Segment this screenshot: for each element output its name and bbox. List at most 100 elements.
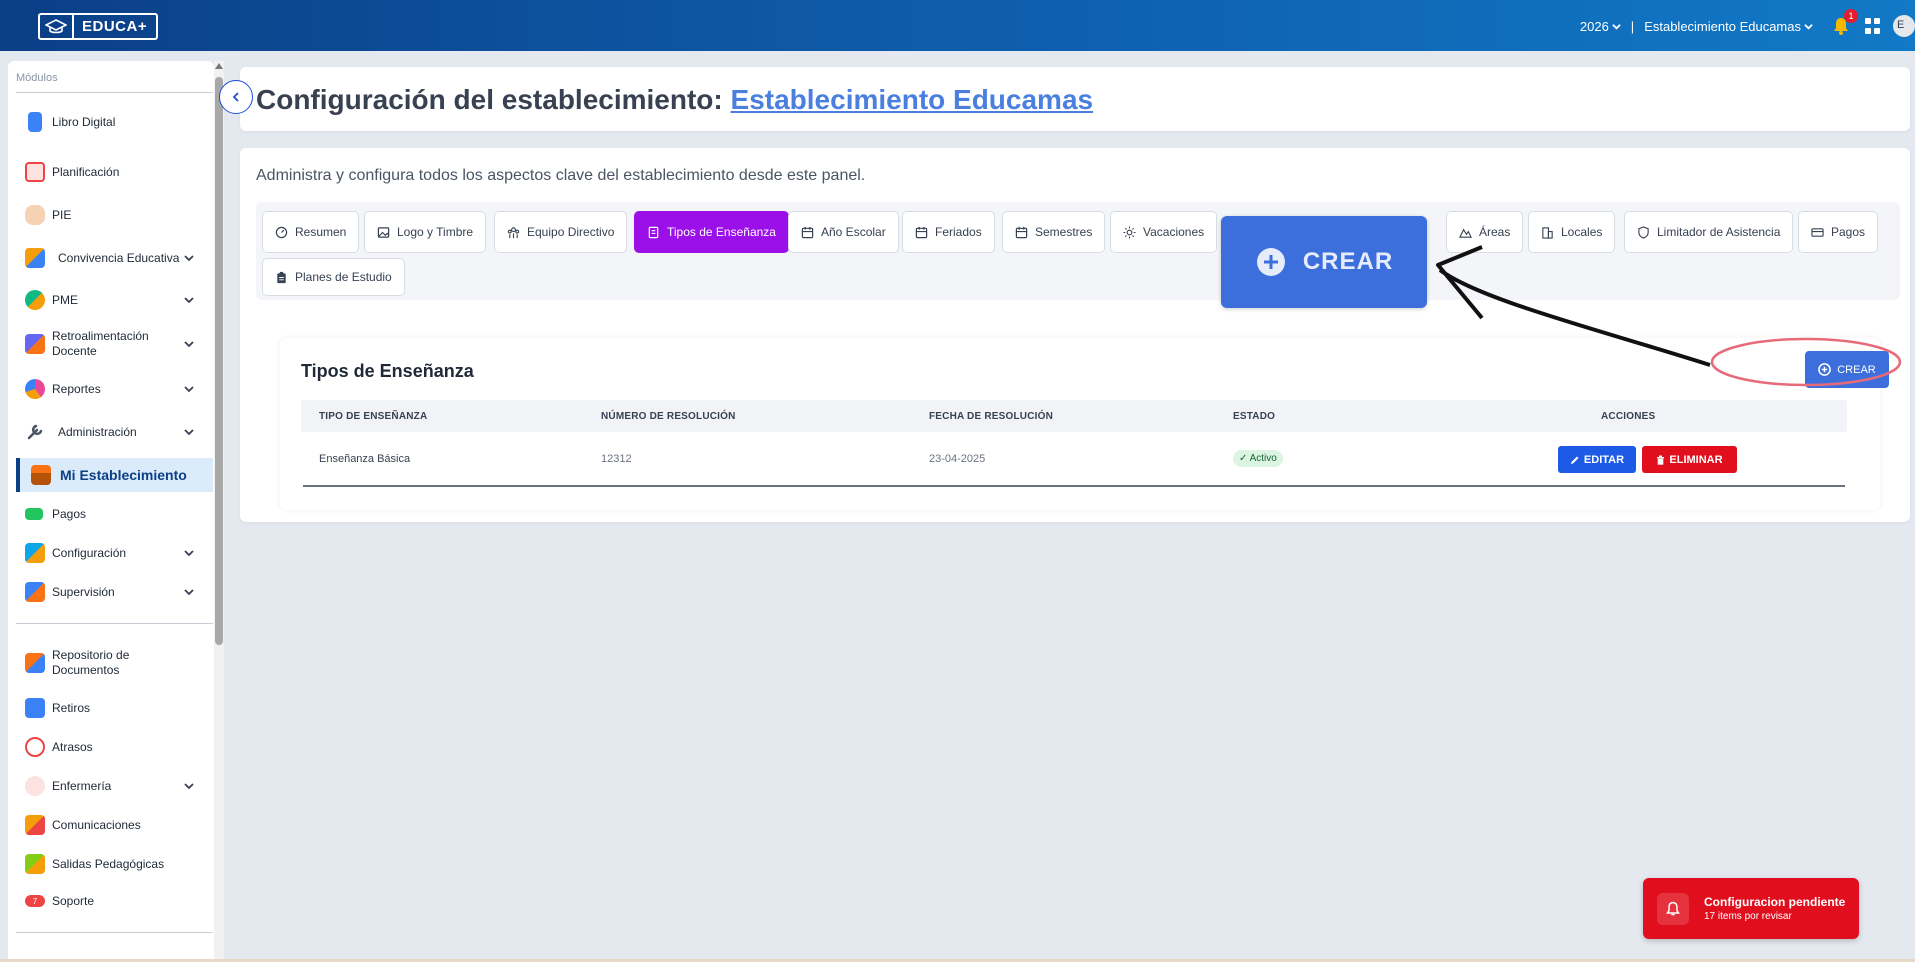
tab-locales[interactable]: Locales (1528, 211, 1616, 253)
column-header: FECHA DE RESOLUCIÓN (929, 411, 1053, 422)
sidebar-item-atrasos[interactable]: Atrasos (8, 730, 214, 764)
tab-label: Semestres (1035, 225, 1093, 239)
graduation-cap-icon (40, 15, 74, 38)
support-icon: 7 (25, 895, 45, 907)
column-header: TIPO DE ENSEÑANZA (319, 411, 428, 422)
tab-label: Tipos de Enseñanza (667, 225, 776, 239)
divider (16, 932, 213, 933)
logo-text: EDUCA+ (82, 18, 148, 35)
tab-resumen[interactable]: Resumen (262, 211, 360, 253)
delete-button[interactable]: ELIMINAR (1642, 446, 1737, 473)
page-title-prefix: Configuración del establecimiento: (256, 84, 731, 115)
calendar-icon (25, 162, 45, 182)
tab-label: Feriados (935, 225, 982, 239)
sidebar-item-salidas[interactable]: Salidas Pedagógicas (8, 847, 214, 881)
chevron-down-icon (184, 783, 194, 790)
create-button-label: CREAR (1837, 363, 1876, 376)
create-button-callout-label: CREAR (1302, 248, 1394, 275)
box-icon (25, 653, 45, 673)
avatar[interactable]: E (1893, 15, 1915, 37)
collapse-sidebar-button[interactable] (219, 80, 253, 114)
delete-button-label: ELIMINAR (1669, 453, 1723, 466)
sidebar-item-reportes[interactable]: Reportes (8, 372, 214, 406)
sidebar-scrollbar[interactable] (214, 61, 224, 960)
sidebar-item-pme[interactable]: PME (8, 283, 214, 317)
establishment-selector[interactable]: Establecimiento Educamas (1644, 19, 1813, 34)
tab-pagos[interactable]: Pagos (1798, 211, 1879, 253)
cell-fecha: 23-04-2025 (929, 453, 986, 465)
scrollbar-thumb[interactable] (215, 77, 223, 645)
mountain-icon (1459, 228, 1472, 238)
clipboard-icon (277, 271, 286, 283)
supervision-icon (25, 582, 45, 602)
sidebar-item-label: Repositorio de Documentos (52, 648, 130, 677)
building-icon (1542, 226, 1553, 239)
sidebar-item-enfermeria[interactable]: Enfermería (8, 769, 214, 803)
tab-ano-escolar[interactable]: Año Escolar (788, 211, 899, 253)
tab-label: Logo y Timbre (397, 225, 474, 239)
nurse-icon (25, 776, 45, 796)
sidebar-item-label: Configuración (52, 545, 127, 560)
config-panel: Administra y configura todos los aspecto… (240, 148, 1910, 522)
sidebar-item-libro-digital[interactable]: Libro Digital (8, 105, 214, 139)
year-selector[interactable]: 2026 (1580, 19, 1621, 34)
chevron-down-icon (1804, 23, 1813, 30)
tab-tipos-ensenanza[interactable]: Tipos de Enseñanza (634, 211, 789, 253)
tools-icon (25, 543, 45, 563)
edit-button[interactable]: EDITAR (1558, 446, 1636, 473)
sidebar-item-configuracion[interactable]: Configuración (8, 536, 214, 570)
sidebar-item-label: Retroalimentación Docente (52, 329, 149, 358)
sidebar-item-supervision[interactable]: Supervisión (8, 575, 214, 609)
sidebar-item-retroalimentacion[interactable]: Retroalimentación Docente (8, 327, 214, 361)
sidebar-item-label: PIE (52, 207, 72, 222)
chevron-down-icon (184, 255, 194, 262)
status-badge: ✓ Activo (1233, 450, 1283, 467)
scroll-up-icon[interactable] (215, 63, 223, 69)
sidebar-item-administracion[interactable]: Administración (8, 415, 214, 449)
sidebar-item-label: Comunicaciones (52, 817, 141, 832)
notifications-button[interactable]: 1 (1831, 9, 1858, 36)
calendar-icon (801, 226, 814, 238)
apps-grid-icon[interactable] (1865, 18, 1881, 34)
section-title: Tipos de Enseñanza (301, 361, 474, 381)
sidebar-item-planificacion[interactable]: Planificación (8, 155, 214, 189)
tab-label: Resumen (295, 225, 347, 239)
plus-circle-icon (1256, 248, 1285, 276)
sidebar-item-convivencia[interactable]: Convivencia Educativa (8, 241, 214, 275)
create-button[interactable]: CREAR (1805, 351, 1889, 388)
tab-areas[interactable]: Áreas (1446, 211, 1524, 253)
sidebar-item-label: PME (52, 292, 79, 307)
sidebar-item-pie[interactable]: PIE (8, 198, 214, 232)
sidebar-item-label: Soporte (52, 893, 95, 908)
tipos-ensenanza-card: Tipos de Enseñanza CREAR TIPO DE ENSEÑAN… (280, 338, 1889, 510)
tab-equipo-directivo[interactable]: Equipo Directivo (494, 211, 628, 253)
establishment-link[interactable]: Establecimiento Educamas (731, 84, 1094, 115)
tab-limitador-asistencia[interactable]: Limitador de Asistencia (1624, 211, 1794, 253)
tab-semestres[interactable]: Semestres (1002, 211, 1106, 253)
sidebar-item-pagos[interactable]: Pagos (8, 497, 214, 531)
pie-chart-icon (25, 379, 45, 399)
tab-planes-estudio[interactable]: Planes de Estudio (262, 258, 405, 296)
sidebar-item-label: Atrasos (52, 739, 93, 754)
sidebar-item-label: Supervisión (52, 584, 115, 599)
sidebar-item-mi-establecimiento[interactable]: Mi Establecimiento (16, 458, 213, 492)
book-icon (28, 112, 42, 132)
create-button-callout[interactable]: CREAR (1221, 216, 1427, 308)
book-icon (648, 226, 659, 238)
chevron-down-icon (184, 589, 194, 596)
app-logo[interactable]: EDUCA+ (38, 13, 158, 40)
tab-label: Año Escolar (821, 225, 886, 239)
sidebar-item-retiros[interactable]: Retiros (8, 691, 214, 725)
sidebar-item-label: Reportes (52, 381, 101, 396)
tab-vacaciones[interactable]: Vacaciones (1110, 211, 1218, 253)
establishment-value: Establecimiento Educamas (1644, 18, 1801, 34)
pending-config-toast[interactable]: Configuracion pendiente 17 items por rev… (1643, 878, 1859, 939)
tab-logo-timbre[interactable]: Logo y Timbre (364, 211, 487, 253)
sidebar-item-label: Enfermería (52, 778, 112, 793)
sidebar-item-comunicaciones[interactable]: Comunicaciones (8, 808, 214, 842)
top-right-controls: 2026 | Establecimiento Educamas 1 E (1580, 9, 1915, 37)
sidebar-item-soporte[interactable]: 7 Soporte (8, 884, 214, 918)
tab-feriados[interactable]: Feriados (902, 211, 995, 253)
sidebar-item-repositorio[interactable]: Repositorio de Documentos (8, 646, 214, 680)
column-header: ACCIONES (1601, 411, 1656, 422)
